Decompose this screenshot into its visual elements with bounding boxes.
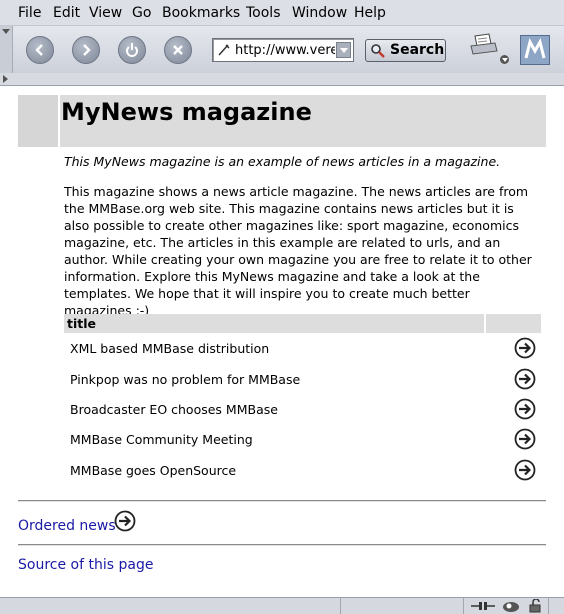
table-row: MMBase Community Meeting xyxy=(64,425,541,455)
arrow-right-circle-icon[interactable] xyxy=(514,398,536,420)
magnifier-icon xyxy=(371,44,385,58)
url-field[interactable]: http://www.verel xyxy=(212,38,354,62)
page-icon xyxy=(218,44,230,56)
ordered-news-link[interactable]: Ordered news xyxy=(18,518,116,534)
title-side-cell xyxy=(18,95,60,147)
menu-help[interactable]: Help xyxy=(354,5,386,21)
arrow-right-circle-icon[interactable] xyxy=(514,368,536,390)
toolbar-grip[interactable] xyxy=(0,26,13,73)
divider xyxy=(18,544,546,546)
search-button[interactable]: Search xyxy=(365,39,446,62)
search-label: Search xyxy=(390,42,445,58)
table-row: Pinkpop was no problem for MMBase xyxy=(64,365,541,395)
print-dropdown-icon[interactable] xyxy=(500,55,509,64)
cookie-icon[interactable] xyxy=(502,599,520,613)
menu-tools[interactable]: Tools xyxy=(246,5,281,21)
forward-button[interactable] xyxy=(72,36,100,64)
intro-text: This MyNews magazine is an example of ne… xyxy=(64,154,501,169)
back-button[interactable] xyxy=(26,36,54,64)
article-title: Pinkpop was no problem for MMBase xyxy=(70,372,301,387)
logo-m-icon xyxy=(524,37,546,59)
arrow-right-circle-icon[interactable] xyxy=(114,510,136,532)
status-bar xyxy=(0,597,564,614)
menu-edit[interactable]: Edit xyxy=(53,5,80,21)
menu-bar: File Edit View Go Bookmarks Tools Window… xyxy=(0,0,564,26)
page-title: MyNews magazine xyxy=(61,98,312,126)
url-dropdown-button[interactable] xyxy=(336,42,351,58)
menu-view[interactable]: View xyxy=(89,5,122,21)
article-title: MMBase goes OpenSource xyxy=(70,463,237,478)
source-link[interactable]: Source of this page xyxy=(18,557,153,573)
table-row: MMBase goes OpenSource xyxy=(64,456,541,486)
status-divider xyxy=(548,598,549,614)
stop-button[interactable] xyxy=(164,36,192,64)
table-row: XML based MMBase distribution xyxy=(64,334,541,364)
arrow-right-circle-icon[interactable] xyxy=(514,428,536,450)
online-status-icon[interactable] xyxy=(470,599,496,613)
divider xyxy=(18,500,546,502)
back-arrow-icon xyxy=(35,44,43,56)
article-title: Broadcaster EO chooses MMBase xyxy=(70,402,278,417)
print-icon[interactable] xyxy=(469,32,499,60)
stop-icon xyxy=(173,45,183,55)
menu-bookmarks[interactable]: Bookmarks xyxy=(162,5,240,21)
reload-icon xyxy=(126,43,138,57)
url-text: http://www.verel xyxy=(235,43,335,58)
article-title: XML based MMBase distribution xyxy=(70,341,270,356)
reload-button[interactable] xyxy=(118,36,146,64)
menu-file[interactable]: File xyxy=(18,5,41,21)
mozilla-logo[interactable] xyxy=(520,35,550,65)
column-divider xyxy=(484,314,486,333)
description-text: This magazine shows a news article magaz… xyxy=(64,184,532,318)
arrow-right-circle-icon[interactable] xyxy=(514,337,536,359)
table-row: Broadcaster EO chooses MMBase xyxy=(64,395,541,425)
status-divider xyxy=(340,598,341,614)
lock-icon[interactable] xyxy=(528,599,544,613)
arrow-right-circle-icon[interactable] xyxy=(514,459,536,481)
column-title: title xyxy=(67,316,96,331)
article-title: MMBase Community Meeting xyxy=(70,432,253,447)
menu-go[interactable]: Go xyxy=(132,5,151,21)
forward-arrow-icon xyxy=(83,44,91,56)
menu-window[interactable]: Window xyxy=(292,5,347,21)
tab-strip[interactable] xyxy=(0,73,564,86)
status-divider xyxy=(463,598,464,614)
table-header: title xyxy=(64,314,541,333)
